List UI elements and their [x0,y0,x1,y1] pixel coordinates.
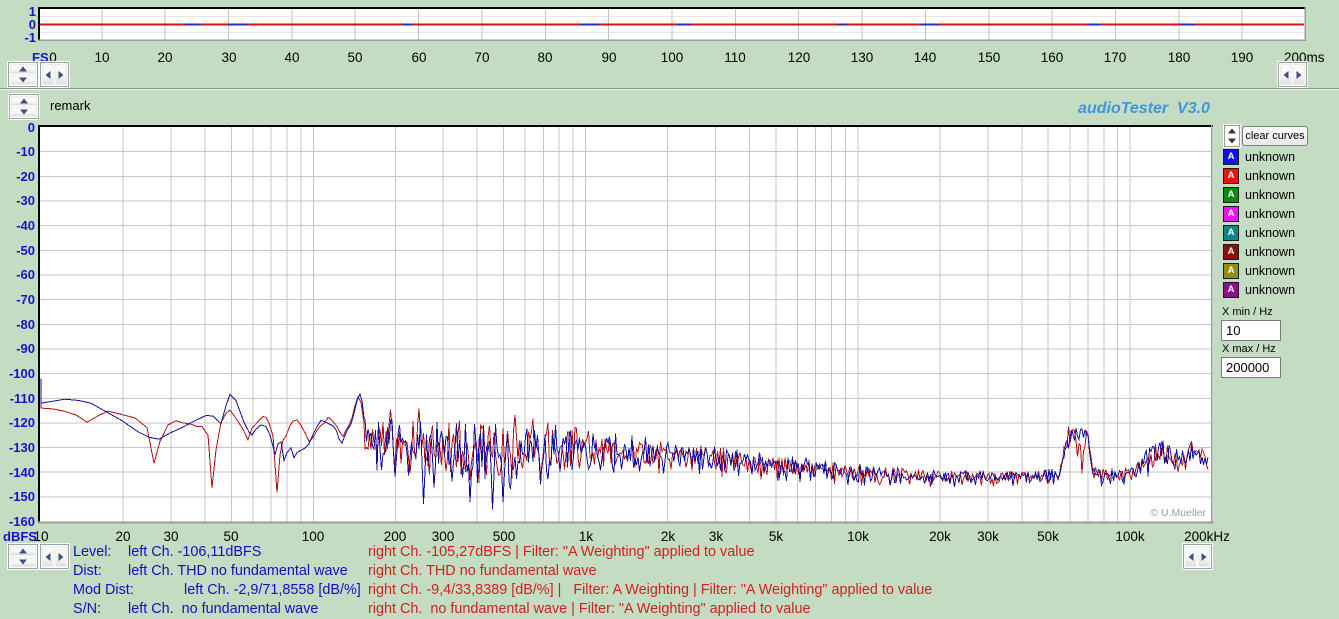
svg-text:© U.Mueller: © U.Mueller [1150,507,1206,519]
